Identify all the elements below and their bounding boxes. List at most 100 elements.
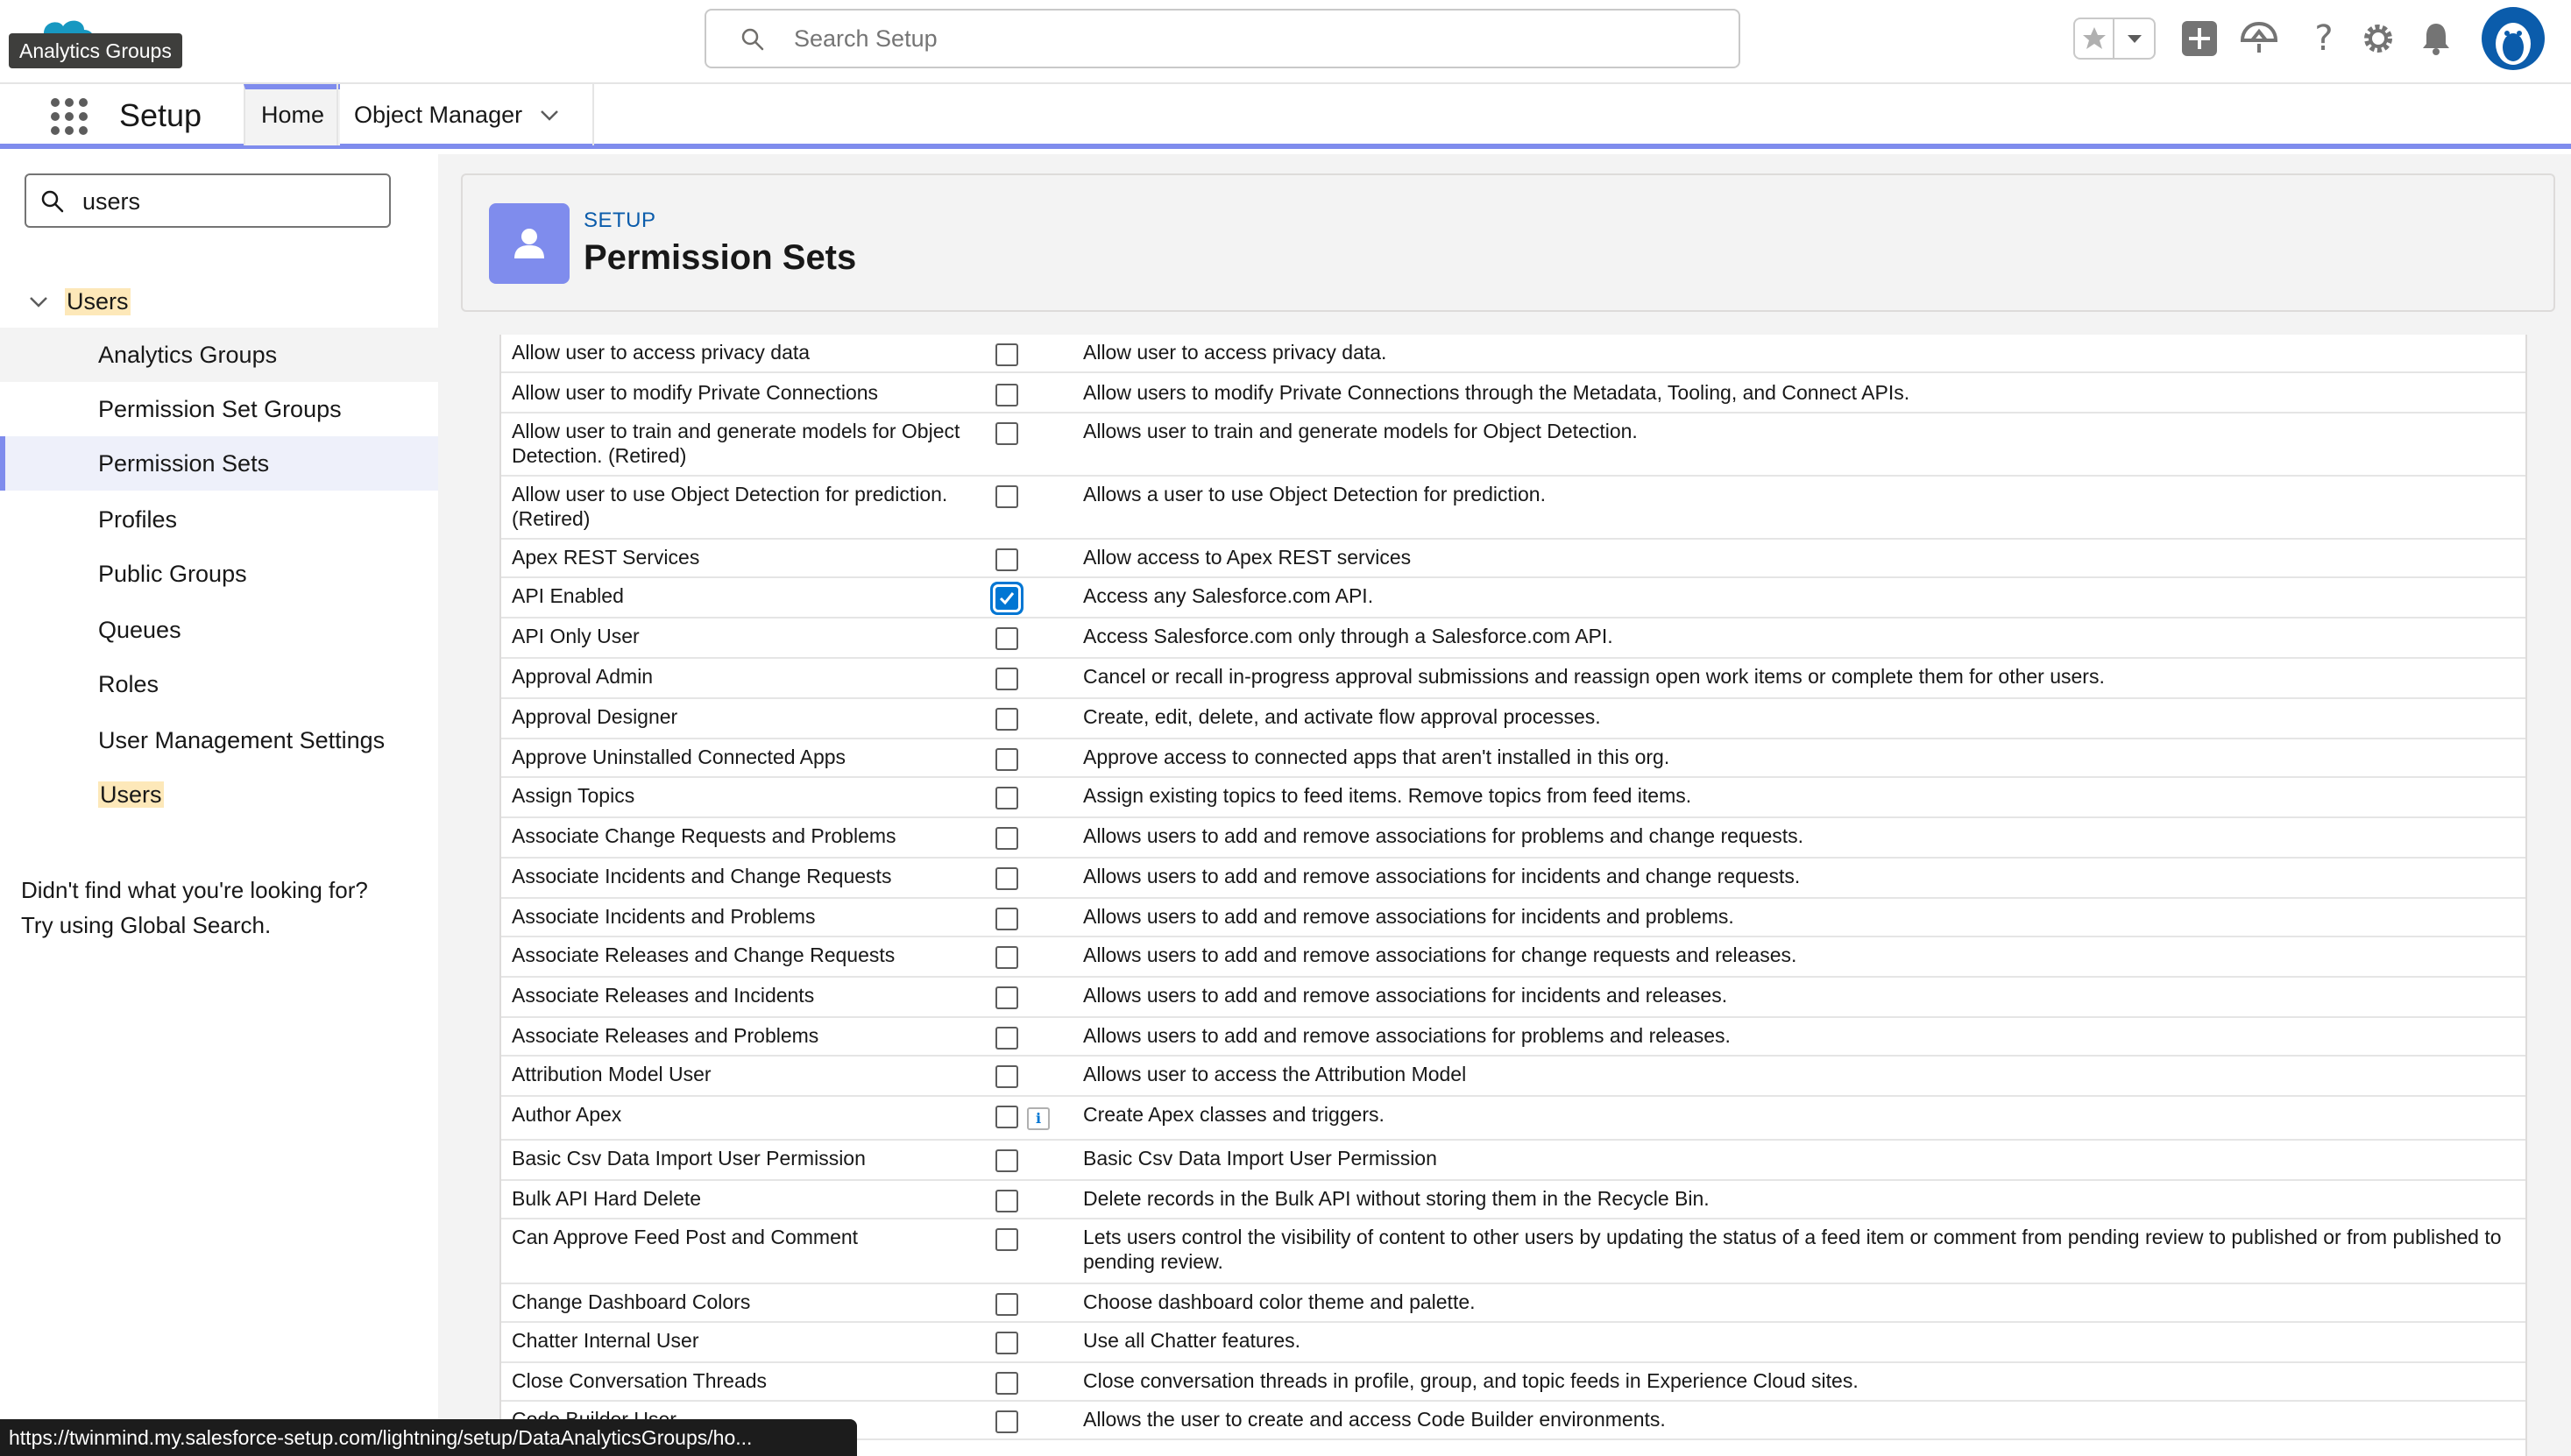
info-icon[interactable]: i (1027, 1107, 1050, 1130)
permission-row: Associate Releases and Problems Allows us… (501, 1018, 2525, 1057)
permission-checkbox[interactable] (995, 1106, 1018, 1128)
permission-checkbox[interactable] (995, 1332, 1018, 1354)
chevron-down-icon[interactable] (538, 103, 561, 126)
permission-row: Associate Releases and Incidents Allows u… (501, 978, 2525, 1018)
permission-description: Access Salesforce.com only through a Sal… (1083, 625, 1613, 647)
permission-row: Associate Change Requests and Problems Al… (501, 818, 2525, 859)
avatar-icon (2483, 9, 2543, 68)
permission-checkbox[interactable] (995, 787, 1018, 809)
quick-find-box[interactable] (25, 173, 391, 228)
permission-checkbox[interactable] (995, 1372, 1018, 1395)
tree-item-permission-sets[interactable]: Permission Sets (0, 436, 438, 491)
search-setup-box[interactable] (705, 9, 1740, 68)
permission-row: Associate Incidents and Change Requests A… (501, 859, 2525, 899)
tree-item-queues[interactable]: Queues (0, 603, 438, 657)
tree-item-label: Permission Sets (98, 450, 270, 477)
permission-row: Can Approve Feed Post and Comment Lets us… (501, 1219, 2525, 1284)
permission-name: Approval Designer (512, 705, 678, 728)
permission-description: Delete records in the Bulk API without s… (1083, 1187, 1710, 1210)
permission-row: Chatter Internal User Use all Chatter fea… (501, 1323, 2525, 1363)
permission-checkbox[interactable] (995, 1410, 1018, 1433)
user-icon (514, 229, 544, 258)
user-avatar[interactable] (2482, 7, 2545, 70)
tree-item-label: Permission Set Groups (98, 396, 342, 422)
quick-find-input[interactable] (82, 182, 380, 221)
permission-checkbox[interactable] (995, 946, 1018, 969)
permission-name: API Only User (512, 625, 640, 647)
permission-checkbox[interactable] (995, 986, 1018, 1009)
tree-item-roles[interactable]: Roles (0, 657, 438, 711)
main-content: SETUP Permission Sets Allow user to acce… (461, 154, 2571, 1456)
permission-row: Allow user to train and generate models … (501, 413, 2525, 477)
permission-checkbox[interactable] (995, 748, 1018, 771)
permission-checkbox[interactable] (995, 867, 1018, 890)
permission-checkbox[interactable] (995, 1149, 1018, 1172)
permission-row: Allow user to access privacy data Allow u… (501, 335, 2525, 373)
permission-description: Cancel or recall in-progress approval su… (1083, 665, 2105, 688)
permission-description: Close conversation threads in profile, g… (1083, 1369, 1859, 1392)
tab-object-manager[interactable]: Object Manager (336, 84, 577, 145)
permission-checkbox[interactable] (995, 485, 1018, 508)
context-bar: Setup Home Object Manager (0, 82, 2571, 149)
tree-node-users-label: Users (65, 287, 131, 315)
permission-checkbox[interactable] (995, 908, 1018, 930)
permission-checkbox[interactable] (995, 343, 1018, 366)
page-header: SETUP Permission Sets (461, 173, 2555, 312)
app-name: Setup (119, 97, 202, 133)
permission-checkbox[interactable] (995, 1293, 1018, 1316)
permission-row: Approve Uninstalled Connected Apps Approv… (501, 739, 2525, 778)
permission-row: Author Apex i Create Apex classes and trig… (501, 1097, 2525, 1141)
permission-checkbox[interactable] (995, 422, 1018, 445)
gear-icon (2364, 25, 2392, 53)
help-button[interactable]: ? (2303, 18, 2345, 60)
permission-checkbox[interactable] (995, 668, 1018, 690)
permission-name: API Enabled (512, 584, 624, 607)
tree-item-label: Profiles (98, 506, 178, 533)
favorites-group (2073, 18, 2156, 60)
tree-node-users[interactable]: Users (28, 282, 131, 321)
tree-item-users[interactable]: Users (0, 767, 438, 822)
app-launcher-icon[interactable] (49, 96, 89, 137)
trailhead-button[interactable] (2238, 18, 2280, 60)
permission-checkbox[interactable] (995, 1228, 1018, 1251)
chevron-down-icon[interactable] (28, 291, 49, 312)
favorites-list-button[interactable] (2114, 19, 2154, 58)
permission-checkbox[interactable] (995, 384, 1018, 406)
permission-checkbox[interactable] (995, 1027, 1018, 1050)
global-actions-button[interactable] (2178, 18, 2220, 60)
tree-item-public-groups[interactable]: Public Groups (0, 547, 438, 601)
search-input[interactable] (794, 19, 1723, 58)
permission-name: Approve Uninstalled Connected Apps (512, 746, 846, 768)
favorites-button[interactable] (2075, 19, 2115, 58)
permission-row: API Enabled Access any Salesforce.com API… (501, 578, 2525, 618)
tree-item-permission-set-groups[interactable]: Permission Set Groups (0, 382, 438, 436)
status-bar-url: https://twinmind.my.salesforce-setup.com… (0, 1419, 857, 1456)
tree-item-analytics-groups[interactable]: Analytics Groups (0, 328, 438, 382)
permission-checkbox[interactable] (995, 1065, 1018, 1088)
tree-item-user-management-settings[interactable]: User Management Settings (0, 713, 438, 767)
page-eyebrow[interactable]: SETUP (584, 209, 656, 233)
permission-name: Allow user to train and generate models … (512, 420, 960, 467)
permission-checkbox[interactable] (995, 627, 1018, 650)
tree-item-profiles[interactable]: Profiles (0, 492, 438, 547)
notifications-button[interactable] (2415, 18, 2457, 60)
trailhead-icon (2240, 21, 2278, 53)
permission-description: Allows the user to create and access Cod… (1083, 1408, 1666, 1431)
permission-row: Associate Incidents and Problems Allows u… (501, 899, 2525, 937)
tab-home[interactable]: Home (244, 84, 341, 145)
tab-separator (592, 84, 594, 145)
permission-row: Apex REST Services Allow access to Apex R… (501, 540, 2525, 578)
permission-checkbox[interactable] (995, 587, 1018, 610)
permission-checkbox[interactable] (995, 1190, 1018, 1212)
setup-gear-button[interactable] (2357, 18, 2399, 60)
permission-row: Close Conversation Threads Close conversa… (501, 1363, 2525, 1402)
permission-name: Close Conversation Threads (512, 1369, 768, 1392)
permission-description: Use all Chatter features. (1083, 1329, 1301, 1352)
permission-checkbox[interactable] (995, 548, 1018, 571)
permission-checkbox[interactable] (995, 827, 1018, 850)
permission-description: Allows users to add and remove associati… (1083, 1024, 1731, 1047)
permission-row: Associate Releases and Change Requests Al… (501, 937, 2525, 978)
permission-name: Associate Releases and Change Requests (512, 944, 896, 966)
permission-checkbox[interactable] (995, 708, 1018, 731)
tree-item-label: Roles (98, 671, 159, 697)
